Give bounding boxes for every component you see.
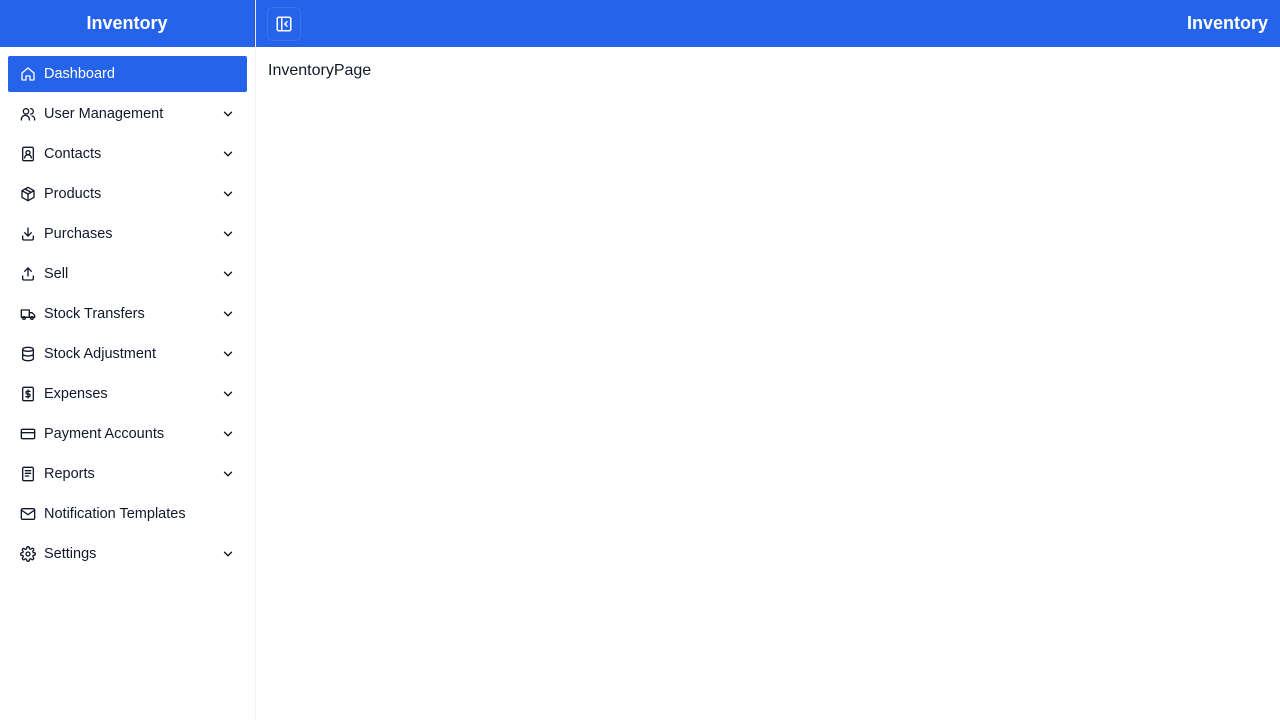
- chevron-down-icon[interactable]: [221, 227, 235, 241]
- chevron-down-icon[interactable]: [221, 347, 235, 361]
- sidebar-item-user-management[interactable]: User Management: [8, 96, 247, 132]
- sidebar: Inventory Dashboard User Management Cont…: [0, 0, 256, 720]
- top-bar: Inventory: [256, 0, 1280, 47]
- database-icon: [20, 346, 36, 362]
- sidebar-item-label: Stock Transfers: [44, 306, 145, 322]
- sidebar-item-notification-templates[interactable]: Notification Templates: [8, 496, 247, 532]
- sidebar-item-label: Settings: [44, 546, 97, 562]
- page-text: InventoryPage: [268, 62, 372, 79]
- chevron-down-icon[interactable]: [221, 387, 235, 401]
- sidebar-nav: Dashboard User Management Contacts Produ…: [0, 47, 255, 572]
- sidebar-item-label: Notification Templates: [44, 506, 186, 522]
- contact-book-icon: [20, 146, 36, 162]
- sidebar-item-settings[interactable]: Settings: [8, 536, 247, 572]
- chevron-down-icon[interactable]: [221, 107, 235, 121]
- chevron-down-icon[interactable]: [221, 547, 235, 561]
- header-title: Inventory: [1186, 13, 1268, 33]
- mail-icon: [20, 506, 36, 522]
- sidebar-item-label: Expenses: [44, 386, 108, 402]
- sidebar-item-label: Purchases: [44, 226, 113, 242]
- sidebar-item-label: Products: [44, 186, 102, 202]
- main-content: InventoryPage: [268, 62, 371, 80]
- gear-icon: [20, 546, 36, 562]
- sidebar-collapse-icon: [275, 15, 293, 33]
- sidebar-item-dashboard[interactable]: Dashboard: [8, 56, 247, 92]
- credit-card-icon: [20, 426, 36, 442]
- sidebar-item-contacts[interactable]: Contacts: [8, 136, 247, 172]
- sidebar-item-payment-accounts[interactable]: Payment Accounts: [8, 416, 247, 452]
- brand-title: Inventory: [0, 0, 255, 47]
- sidebar-item-label: Payment Accounts: [44, 426, 165, 442]
- chevron-down-icon[interactable]: [221, 267, 235, 281]
- download-icon: [20, 226, 36, 242]
- sidebar-item-reports[interactable]: Reports: [8, 456, 247, 492]
- sidebar-item-label: Stock Adjustment: [44, 346, 157, 362]
- chevron-down-icon[interactable]: [221, 467, 235, 481]
- sidebar-item-label: Reports: [44, 466, 95, 482]
- sidebar-item-label: User Management: [44, 106, 164, 122]
- upload-icon: [20, 266, 36, 282]
- users-icon: [20, 106, 36, 122]
- sidebar-item-purchases[interactable]: Purchases: [8, 216, 247, 252]
- chevron-down-icon[interactable]: [221, 147, 235, 161]
- home-icon: [20, 66, 36, 82]
- book-icon: [20, 466, 36, 482]
- chevron-down-icon[interactable]: [221, 307, 235, 321]
- sidebar-toggle-button[interactable]: [267, 6, 301, 41]
- package-icon: [20, 186, 36, 202]
- sidebar-item-stock-transfers[interactable]: Stock Transfers: [8, 296, 247, 332]
- chevron-down-icon[interactable]: [221, 427, 235, 441]
- sidebar-item-expenses[interactable]: Expenses: [8, 376, 247, 412]
- sidebar-item-label: Dashboard: [44, 66, 115, 82]
- chevron-down-icon[interactable]: [221, 187, 235, 201]
- sidebar-item-products[interactable]: Products: [8, 176, 247, 212]
- dollar-receipt-icon: [20, 386, 36, 402]
- sidebar-item-label: Sell: [44, 266, 69, 282]
- truck-icon: [20, 306, 36, 322]
- sidebar-item-sell[interactable]: Sell: [8, 256, 247, 292]
- sidebar-item-stock-adjustment[interactable]: Stock Adjustment: [8, 336, 247, 372]
- sidebar-item-label: Contacts: [44, 146, 102, 162]
